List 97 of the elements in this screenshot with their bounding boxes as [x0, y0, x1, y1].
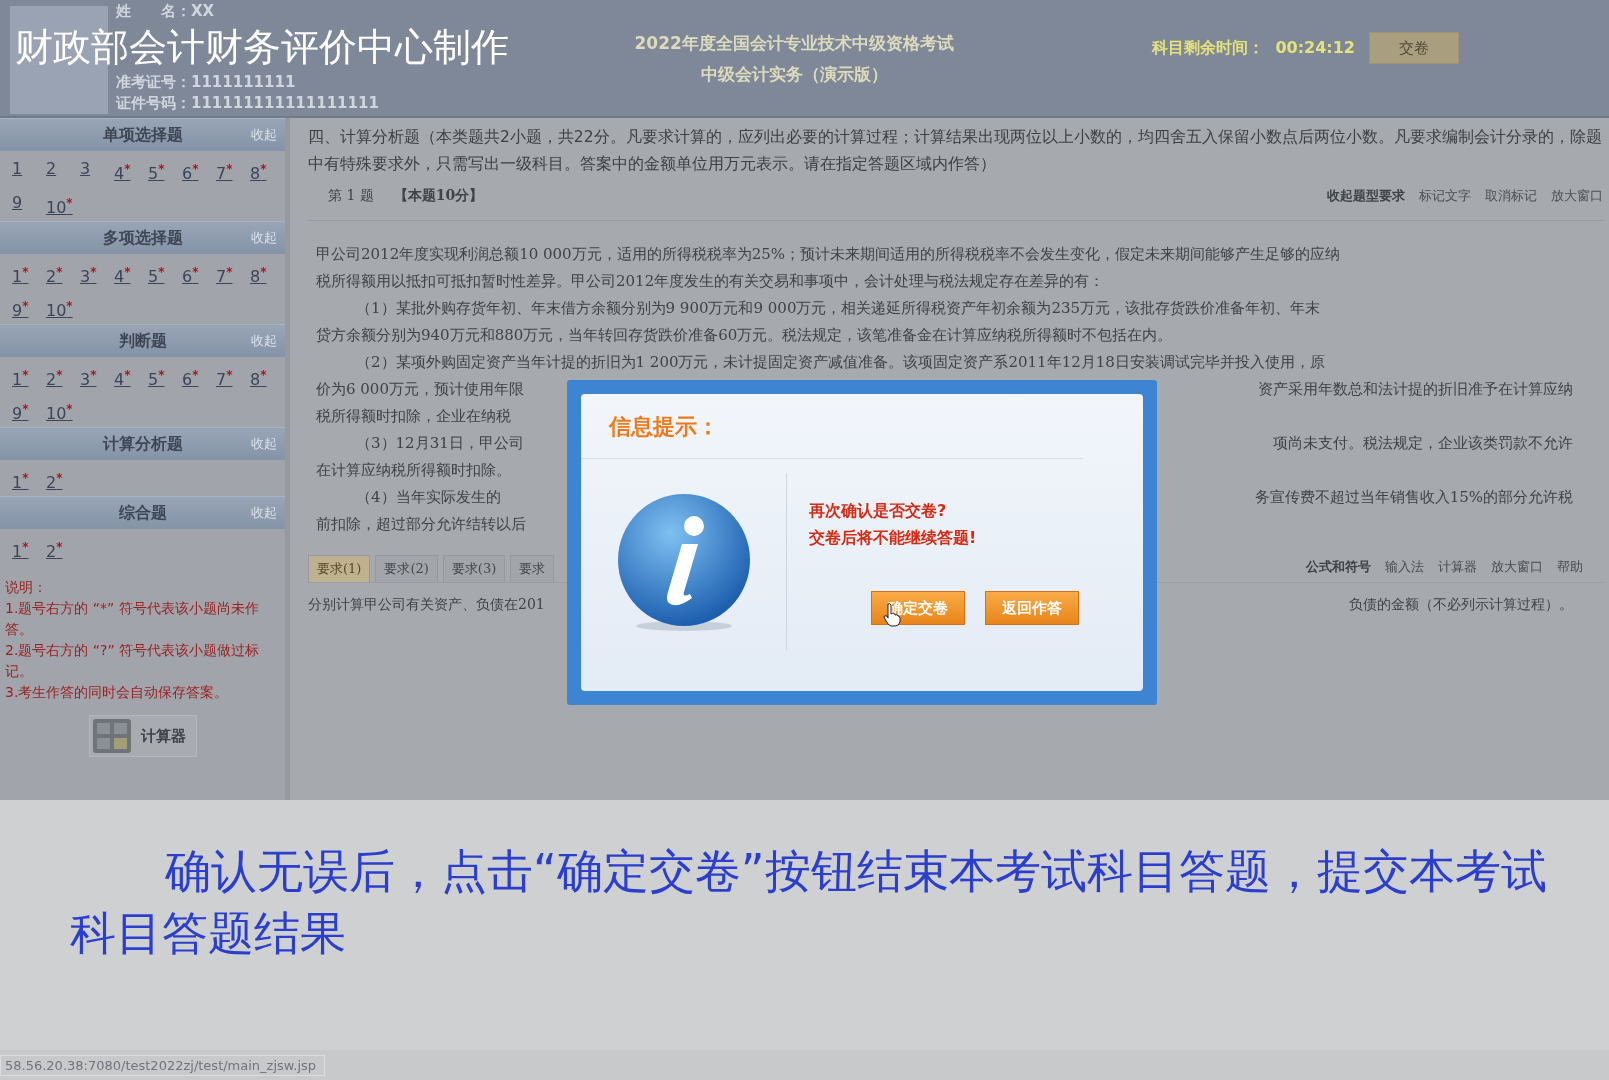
submit-exam-button[interactable]: 交卷 [1369, 32, 1459, 64]
toolbar-link[interactable]: 放大窗口 [1551, 187, 1603, 205]
question-text: 贷方余额分别为940万元和880万元，当年转回存货跌价准备60万元。税法规定，该笔准备金在计算应纳税所得额时不包括在内。 [316, 325, 1173, 346]
question-link[interactable]: 4$^{*}$ [114, 155, 148, 183]
question-link[interactable]: 3$^{*}$ [80, 258, 114, 286]
toolbar-link[interactable]: 放大窗口 [1491, 558, 1543, 576]
question-link[interactable]: 3$^{*}$ [80, 361, 114, 389]
question-text: 甲公司2012年度实现利润总额10 000万元，适用的所得税税率为25%；预计未来期间适用的所得税税率不会发生变化，假定未来期间能够产生足够的应纳 [316, 244, 1340, 265]
calculator-icon [92, 719, 131, 753]
question-link[interactable]: 1$^{*}$ [12, 361, 46, 389]
question-link[interactable]: 6$^{*}$ [182, 361, 216, 389]
collapse-link[interactable]: 收起 [251, 504, 277, 522]
overlay-title: 财政部会计财务评价中心制作 [15, 25, 509, 69]
requirement-text: 分别计算甲公司有关资产、负债在201 [308, 595, 545, 614]
question-link[interactable]: 2$^{*}$ [46, 361, 80, 389]
collapse-link[interactable]: 收起 [251, 435, 277, 453]
question-link[interactable]: 2$^{*}$ [46, 533, 80, 561]
section-instructions: 四、计算分析题（本类题共2小题，共22分。凡要求计算的，应列出必要的计算过程；计算结果出现两位以上小数的，均四舍五入保留小数点后两位小数。凡要求编制会计分录的，除题中有特殊要求外，只需写出一级科目。答案中的金额单位用万元表示。请在指定答题区域内作答） [308, 127, 1603, 175]
question-text: 务宣传费不超过当年销售收入15%的部分允许税 [1254, 487, 1573, 508]
toolbar-link[interactable]: 收起题型要求 [1327, 187, 1405, 205]
question-link[interactable]: 7$^{*}$ [216, 155, 250, 183]
section-title: 判断题 [118, 330, 167, 352]
question-link[interactable]: 3 [80, 155, 114, 183]
section-title: 综合题 [118, 502, 167, 524]
question-link[interactable]: 5$^{*}$ [148, 155, 182, 183]
candidate-info: 姓 名：XX [116, 1, 216, 22]
question-text: 资产采用年数总和法计提的折旧准予在计算应纳 [1258, 379, 1573, 400]
dialog-title: 信息提示： [581, 394, 1083, 459]
note-text: 3.考生作答的同时会自动保存答案。 [5, 683, 230, 702]
candidate-info: 证件号码：111111111111111111 [116, 93, 380, 114]
question-text: （2）某项外购固定资产当年计提的折旧为1 200万元，未计提固定资产减值准备。该项固定资产系2011年12月18日安装调试完毕并投入使用，原 [355, 352, 1325, 373]
question-link[interactable]: 9$^{*}$ [12, 292, 46, 320]
question-link[interactable]: 6$^{*}$ [182, 155, 216, 183]
toolbar-link[interactable]: 取消标记 [1485, 187, 1537, 205]
question-text: （4）当年实际发生的 [355, 487, 501, 508]
question-link[interactable]: 10$^{*}$ [46, 189, 80, 217]
section-title: 单项选择题 [102, 124, 183, 146]
question-text: 在计算应纳税所得额时扣除。 [316, 460, 511, 481]
collapse-link[interactable]: 收起 [251, 229, 277, 247]
requirement-tab[interactable]: 要求(1) [308, 555, 371, 582]
toolbar-link[interactable]: 输入法 [1385, 558, 1424, 576]
question-link[interactable]: 4$^{*}$ [114, 258, 148, 286]
question-link[interactable]: 8$^{*}$ [250, 258, 284, 286]
dialog-message: 交卷后将不能继续答题! [809, 527, 978, 549]
calculator-button[interactable]: 计算器 [88, 715, 197, 757]
question-link[interactable]: 2$^{*}$ [46, 464, 80, 492]
question-link[interactable]: 1 [12, 155, 46, 183]
requirement-tab[interactable]: 要求 [510, 555, 555, 582]
info-icon [615, 492, 752, 632]
question-link[interactable]: 9 [12, 189, 46, 217]
dialog-message: 再次确认是否交卷? [809, 500, 948, 522]
question-link[interactable]: 4$^{*}$ [114, 361, 148, 389]
question-text: 项尚未支付。税法规定，企业该类罚款不允许 [1273, 433, 1573, 454]
question-link[interactable]: 1$^{*}$ [12, 258, 46, 286]
toolbar-link[interactable]: 标记文字 [1419, 187, 1471, 205]
requirement-text: 负债的金额（不必列示计算过程）。 [1349, 595, 1573, 614]
question-link[interactable]: 5$^{*}$ [148, 258, 182, 286]
status-url: 58.56.20.38:7080/test2022zj/test/main_zjsw.jsp [0, 1054, 326, 1076]
question-link[interactable]: 8$^{*}$ [250, 155, 284, 183]
candidate-info: 准考证号：1111111111 [116, 72, 297, 93]
question-link[interactable]: 8$^{*}$ [250, 361, 284, 389]
toolbar-link[interactable]: 计算器 [1438, 558, 1477, 576]
note-text: 说明： [5, 578, 48, 597]
remaining-time: 科目剩余时间： 00:24:12 [1152, 37, 1355, 59]
question-link[interactable]: 7$^{*}$ [216, 258, 250, 286]
requirement-tab[interactable]: 要求(3) [442, 555, 506, 582]
question-link[interactable]: 6$^{*}$ [182, 258, 216, 286]
question-link[interactable]: 5$^{*}$ [148, 361, 182, 389]
toolbar-link[interactable]: 公式和符号 [1306, 558, 1371, 576]
collapse-link[interactable]: 收起 [251, 332, 277, 350]
note-text: 2.题号右方的 “?” 符号代表该小题做过标记。 [5, 641, 261, 681]
exam-title: 2022年度全国会计专业技术中级资格考试 [634, 32, 954, 55]
question-link[interactable]: 10$^{*}$ [46, 395, 80, 423]
toolbar-link[interactable]: 帮助 [1557, 558, 1583, 576]
question-link[interactable]: 7$^{*}$ [216, 361, 250, 389]
question-text: （3）12月31日，甲公司 [355, 433, 524, 454]
dialog-button[interactable]: 返回作答 [985, 591, 1079, 625]
collapse-link[interactable]: 收起 [251, 126, 277, 144]
requirement-tab[interactable]: 要求(2) [375, 555, 438, 582]
question-text: 前扣除，超过部分允许结转以后 [316, 514, 526, 535]
question-link[interactable]: 1$^{*}$ [12, 533, 46, 561]
question-link[interactable]: 1$^{*}$ [12, 464, 46, 492]
section-title: 计算分析题 [102, 433, 183, 455]
question-link[interactable]: 2$^{*}$ [46, 258, 80, 286]
question-text: （1）某批外购存货年初、年末借方余额分别为9 900万元和9 000万元，相关递延所得税资产年初余额为235万元，该批存货跌价准备年初、年末 [355, 298, 1321, 319]
question-points: 【本题10分】 [393, 187, 484, 205]
question-number: 第 1 题 [328, 187, 374, 205]
question-link[interactable]: 2 [46, 155, 80, 183]
question-text: 税所得额用以抵扣可抵扣暂时性差异。甲公司2012年度发生的有关交易和事项中，会计处理与税法规定存在差异的有： [316, 271, 1105, 292]
note-text: 1.题号右方的 “*” 符号代表该小题尚未作答。 [5, 599, 260, 639]
question-text: 价为6 000万元，预计使用年限 [316, 379, 524, 400]
question-link[interactable]: 10$^{*}$ [46, 292, 80, 320]
question-text: 税所得额时扣除，企业在纳税 [316, 406, 511, 427]
subtitle-caption: 确认无误后，点击“确定交卷”按钮结束本考试科目答题，提交本考试科目答题结果 [70, 843, 1548, 962]
section-title: 多项选择题 [102, 227, 183, 249]
question-link[interactable]: 9$^{*}$ [12, 395, 46, 423]
subject-title: 中级会计实务（演示版） [700, 63, 888, 86]
